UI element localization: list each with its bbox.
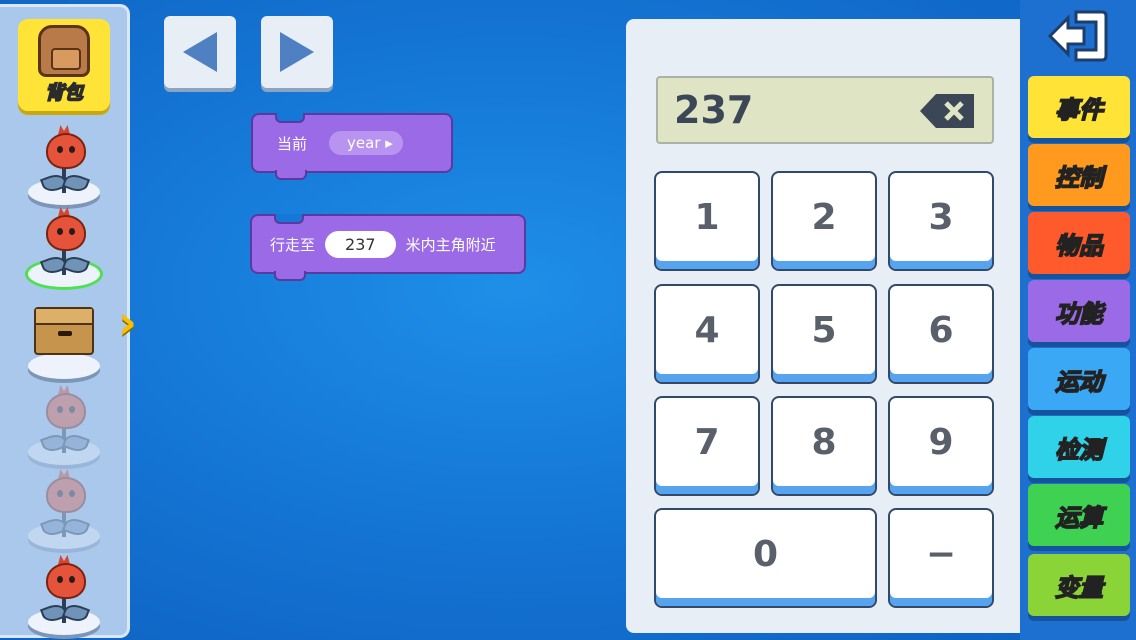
sidebar-expand-chevron-icon[interactable]: › <box>118 294 158 350</box>
category-control[interactable]: 控制 <box>1028 144 1130 206</box>
plant-icon <box>46 563 86 599</box>
key-8[interactable]: 8 <box>771 396 877 496</box>
category-functions[interactable]: 功能 <box>1028 280 1130 342</box>
plant-icon <box>46 133 86 169</box>
backpack-icon <box>38 25 90 77</box>
category-events[interactable]: 事件 <box>1028 76 1130 138</box>
arrow-right-icon <box>280 32 314 72</box>
sidebar-item-plant-5[interactable] <box>26 555 102 635</box>
distance-input[interactable]: 237 <box>325 230 396 258</box>
arrow-left-icon <box>183 32 217 72</box>
plant-icon <box>46 393 86 429</box>
key-1[interactable]: 1 <box>654 171 760 271</box>
sidebar-item-plant-4[interactable] <box>26 469 102 549</box>
key-0[interactable]: 0 <box>654 508 877 608</box>
number-keypad: 237 1 2 3 4 5 6 7 8 9 0 − <box>626 19 1026 633</box>
category-sensing[interactable]: 检测 <box>1028 416 1130 478</box>
sidebar-item-plant-2[interactable] <box>26 207 102 287</box>
key-6[interactable]: 6 <box>888 284 994 384</box>
category-items[interactable]: 物品 <box>1028 212 1130 274</box>
box-icon <box>34 307 94 355</box>
key-2[interactable]: 2 <box>771 171 877 271</box>
forward-button[interactable] <box>261 16 333 88</box>
category-variables[interactable]: 变量 <box>1028 554 1130 616</box>
category-operators[interactable]: 运算 <box>1028 484 1130 546</box>
sidebar-item-plant-3[interactable] <box>26 385 102 465</box>
back-button[interactable] <box>164 16 236 88</box>
walk-to-block[interactable]: 行走至 237 米内主角附近 <box>250 214 526 281</box>
key-7[interactable]: 7 <box>654 396 760 496</box>
display-value: 237 <box>674 88 754 132</box>
backpack-label: 背包 <box>44 81 84 105</box>
year-dropdown[interactable]: year ▸ <box>329 131 403 155</box>
sidebar-item-plant-1[interactable] <box>26 125 102 205</box>
category-motion[interactable]: 运动 <box>1028 348 1130 410</box>
item-sidebar: 背包 <box>0 4 130 638</box>
backpack-button[interactable]: 背包 <box>18 19 110 111</box>
number-display: 237 <box>656 76 994 144</box>
plant-icon <box>46 477 86 513</box>
key-4[interactable]: 4 <box>654 284 760 384</box>
key-9[interactable]: 9 <box>888 396 994 496</box>
key-3[interactable]: 3 <box>888 171 994 271</box>
block-label: 当前 <box>277 134 308 153</box>
key-minus[interactable]: − <box>888 508 994 608</box>
exit-icon[interactable] <box>1046 8 1110 64</box>
backspace-icon[interactable] <box>920 94 974 128</box>
block-suffix-label: 米内主角附近 <box>405 235 496 254</box>
key-5[interactable]: 5 <box>771 284 877 384</box>
plant-icon <box>46 215 86 251</box>
current-time-block[interactable]: 当前 year ▸ <box>251 113 453 180</box>
sidebar-item-box[interactable] <box>26 299 102 379</box>
block-prefix-label: 行走至 <box>270 235 316 254</box>
